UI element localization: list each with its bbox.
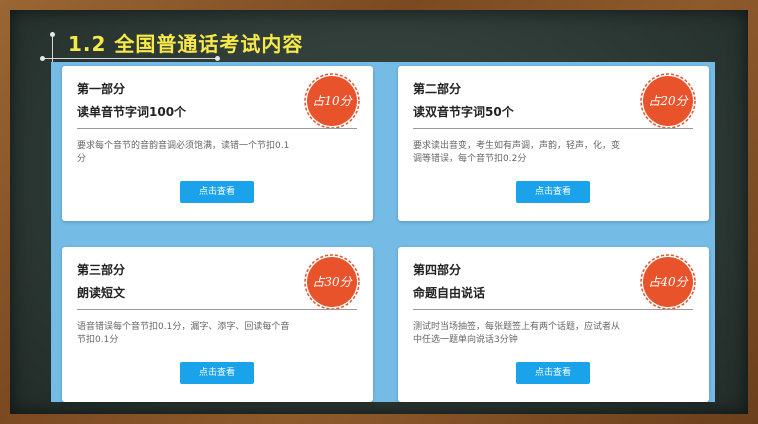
card-part-label: 第二部分: [413, 82, 462, 96]
card-part-1: 第一部分 读单音节字词100个 占10分 要求每个音节的音韵音调必须饱满，读错一…: [62, 66, 373, 221]
stamp-score-text: 占20分: [648, 94, 688, 108]
card-divider: [77, 309, 357, 310]
chalk-dot: [50, 32, 55, 37]
chalk-dot: [40, 56, 45, 61]
score-stamp: 占20分: [639, 72, 697, 130]
card-description: 要求读出音变，考生如有声调，声韵，轻声，化，变调等错误，每个音节扣0.2分: [413, 141, 621, 164]
card-topic: 读单音节字词100个: [77, 105, 187, 119]
card-divider: [413, 128, 693, 129]
score-stamp: 占10分: [303, 72, 361, 130]
score-stamp: 占30分: [303, 253, 361, 311]
card-topic: 读双音节字词50个: [413, 105, 514, 119]
card-part-4: 第四部分 命题自由说话 占40分 测试时当场抽签，每张题签上有两个话题，应试者从…: [398, 247, 709, 402]
card-part-2: 第二部分 读双音节字词50个 占20分 要求读出音变，考生如有声调，声韵，轻声，…: [398, 66, 709, 221]
slide-title: 1.2 全国普通话考试内容: [68, 32, 304, 56]
stamp-score-text: 占30分: [312, 275, 352, 289]
card-topic: 朗读短文: [77, 286, 126, 300]
card-topic: 命题自由说话: [413, 286, 486, 300]
card-part-label: 第一部分: [77, 82, 126, 96]
card-part-label: 第四部分: [413, 263, 462, 277]
stamp-score-text: 占10分: [312, 94, 352, 108]
view-details-button[interactable]: 点击查看: [516, 362, 590, 384]
card-description: 语音错误每个音节扣0.1分，漏字、添字、回读每个音节扣0.1分: [77, 322, 290, 345]
card-divider: [413, 309, 693, 310]
card-divider: [77, 128, 357, 129]
view-details-button[interactable]: 点击查看: [180, 362, 254, 384]
score-stamp: 占40分: [639, 253, 697, 311]
chalk-line-horizontal: [40, 58, 218, 59]
stamp-score-text: 占40分: [648, 275, 688, 289]
card-part-3: 第三部分 朗读短文 占30分 语音错误每个音节扣0.1分，漏字、添字、回读每个音…: [62, 247, 373, 402]
card-part-label: 第三部分: [77, 263, 126, 277]
view-details-button[interactable]: 点击查看: [516, 181, 590, 203]
card-description: 测试时当场抽签，每张题签上有两个话题，应试者从中任选一题单向说话3分钟: [413, 322, 621, 345]
view-details-button[interactable]: 点击查看: [180, 181, 254, 203]
card-description: 要求每个音节的音韵音调必须饱满，读错一个节扣0.1分: [77, 141, 290, 164]
